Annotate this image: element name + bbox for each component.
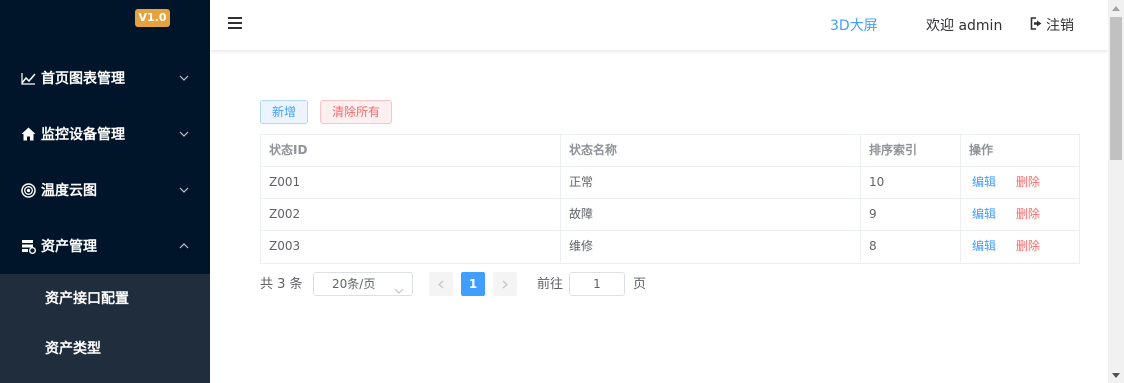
table-header-row: 状态ID 状态名称 排序索引 操作 xyxy=(261,135,1079,167)
column-header-actions: 操作 xyxy=(969,143,994,157)
goto-page-input[interactable] xyxy=(569,272,625,296)
cell-actions: 编辑 删除 xyxy=(961,167,1079,198)
cell-index: 9 xyxy=(861,199,961,230)
submenu-item-asset-interface[interactable]: 资产接口配置 xyxy=(0,274,210,324)
prev-page-button[interactable] xyxy=(429,272,453,296)
delete-button[interactable]: 删除 xyxy=(1016,175,1040,189)
submenu: 资产接口配置 资产类型 xyxy=(0,274,210,383)
sidebar-item-asset-management[interactable]: 资产管理 xyxy=(0,218,210,274)
welcome-text: 欢迎 admin xyxy=(926,18,1003,34)
page-size-select[interactable]: 20条/页 xyxy=(313,272,413,296)
column-header-index[interactable]: 排序索引 xyxy=(861,135,961,166)
cell-name: 故障 xyxy=(561,199,861,230)
home-icon xyxy=(20,126,36,142)
sidebar-item-chart-management[interactable]: 首页图表管理 xyxy=(0,50,210,106)
cell-actions: 编辑 删除 xyxy=(961,199,1079,230)
table-row: Z001 正常 10 编辑 删除 xyxy=(261,167,1079,199)
cell-id: Z003 xyxy=(261,231,561,262)
cell-index: 8 xyxy=(861,231,961,262)
next-page-button[interactable] xyxy=(493,272,517,296)
goto-suffix: 页 xyxy=(633,277,647,292)
scrollbar-thumb[interactable] xyxy=(1110,17,1122,160)
submenu-item-asset-type[interactable]: 资产类型 xyxy=(0,324,210,374)
clear-all-button[interactable]: 清除所有 xyxy=(320,100,392,124)
hamburger-menu-icon[interactable] xyxy=(228,17,243,31)
cell-id: Z002 xyxy=(261,199,561,230)
edit-button[interactable]: 编辑 xyxy=(972,175,996,189)
scroll-down-icon[interactable] xyxy=(1108,367,1124,383)
sidebar-item-device-management[interactable]: 监控设备管理 xyxy=(0,106,210,162)
edit-button[interactable]: 编辑 xyxy=(972,239,996,253)
page-size-value: 20条/页 xyxy=(332,277,376,291)
chevron-up-icon xyxy=(178,240,190,252)
chevron-down-icon xyxy=(178,128,190,140)
page-number-current[interactable]: 1 xyxy=(461,272,485,296)
add-button[interactable]: 新增 xyxy=(260,100,308,124)
status-table: 状态ID 状态名称 排序索引 操作 Z001 正常 10 编辑 删除 Z002 … xyxy=(260,134,1080,264)
cell-name: 维修 xyxy=(561,231,861,262)
cell-name: 正常 xyxy=(561,167,861,198)
table-row: Z003 维修 8 编辑 删除 xyxy=(261,231,1079,263)
sign-out-icon xyxy=(1030,17,1046,35)
logout-label: 注销 xyxy=(1046,18,1074,34)
logout-button[interactable]: 注销 xyxy=(1030,17,1074,35)
edit-button[interactable]: 编辑 xyxy=(972,207,996,221)
target-icon xyxy=(20,182,36,198)
chevron-down-icon xyxy=(394,279,404,301)
chevron-left-icon xyxy=(438,280,444,288)
chevron-down-icon xyxy=(178,184,190,196)
column-header-id[interactable]: 状态ID xyxy=(261,135,561,166)
cell-id: Z001 xyxy=(261,167,561,198)
table-row: Z002 故障 9 编辑 删除 xyxy=(261,199,1079,231)
cell-actions: 编辑 删除 xyxy=(961,231,1079,262)
goto-label: 前往 xyxy=(537,277,564,292)
vertical-scrollbar[interactable] xyxy=(1108,0,1124,383)
delete-button[interactable]: 删除 xyxy=(1016,239,1040,253)
chevron-down-icon xyxy=(178,72,190,84)
chevron-right-icon xyxy=(502,280,508,288)
column-header-name[interactable]: 状态名称 xyxy=(561,135,861,166)
pagination-total: 共 3 条 xyxy=(260,277,303,292)
asset-settings-icon xyxy=(20,238,36,254)
3d-screen-link[interactable]: 3D大屏 xyxy=(830,17,878,35)
cell-index: 10 xyxy=(861,167,961,198)
scroll-up-icon[interactable] xyxy=(1108,0,1124,16)
header: 3D大屏 欢迎 admin 注销 xyxy=(210,0,1108,50)
version-badge: V1.0 xyxy=(135,9,170,27)
sidebar-item-temperature-map[interactable]: 温度云图 xyxy=(0,162,210,218)
line-chart-icon xyxy=(20,70,36,86)
sidebar: V1.0 首页图表管理 监控设备管理 温度云图 资产管理 资产接口配置 资产类型 xyxy=(0,0,210,383)
delete-button[interactable]: 删除 xyxy=(1016,207,1040,221)
